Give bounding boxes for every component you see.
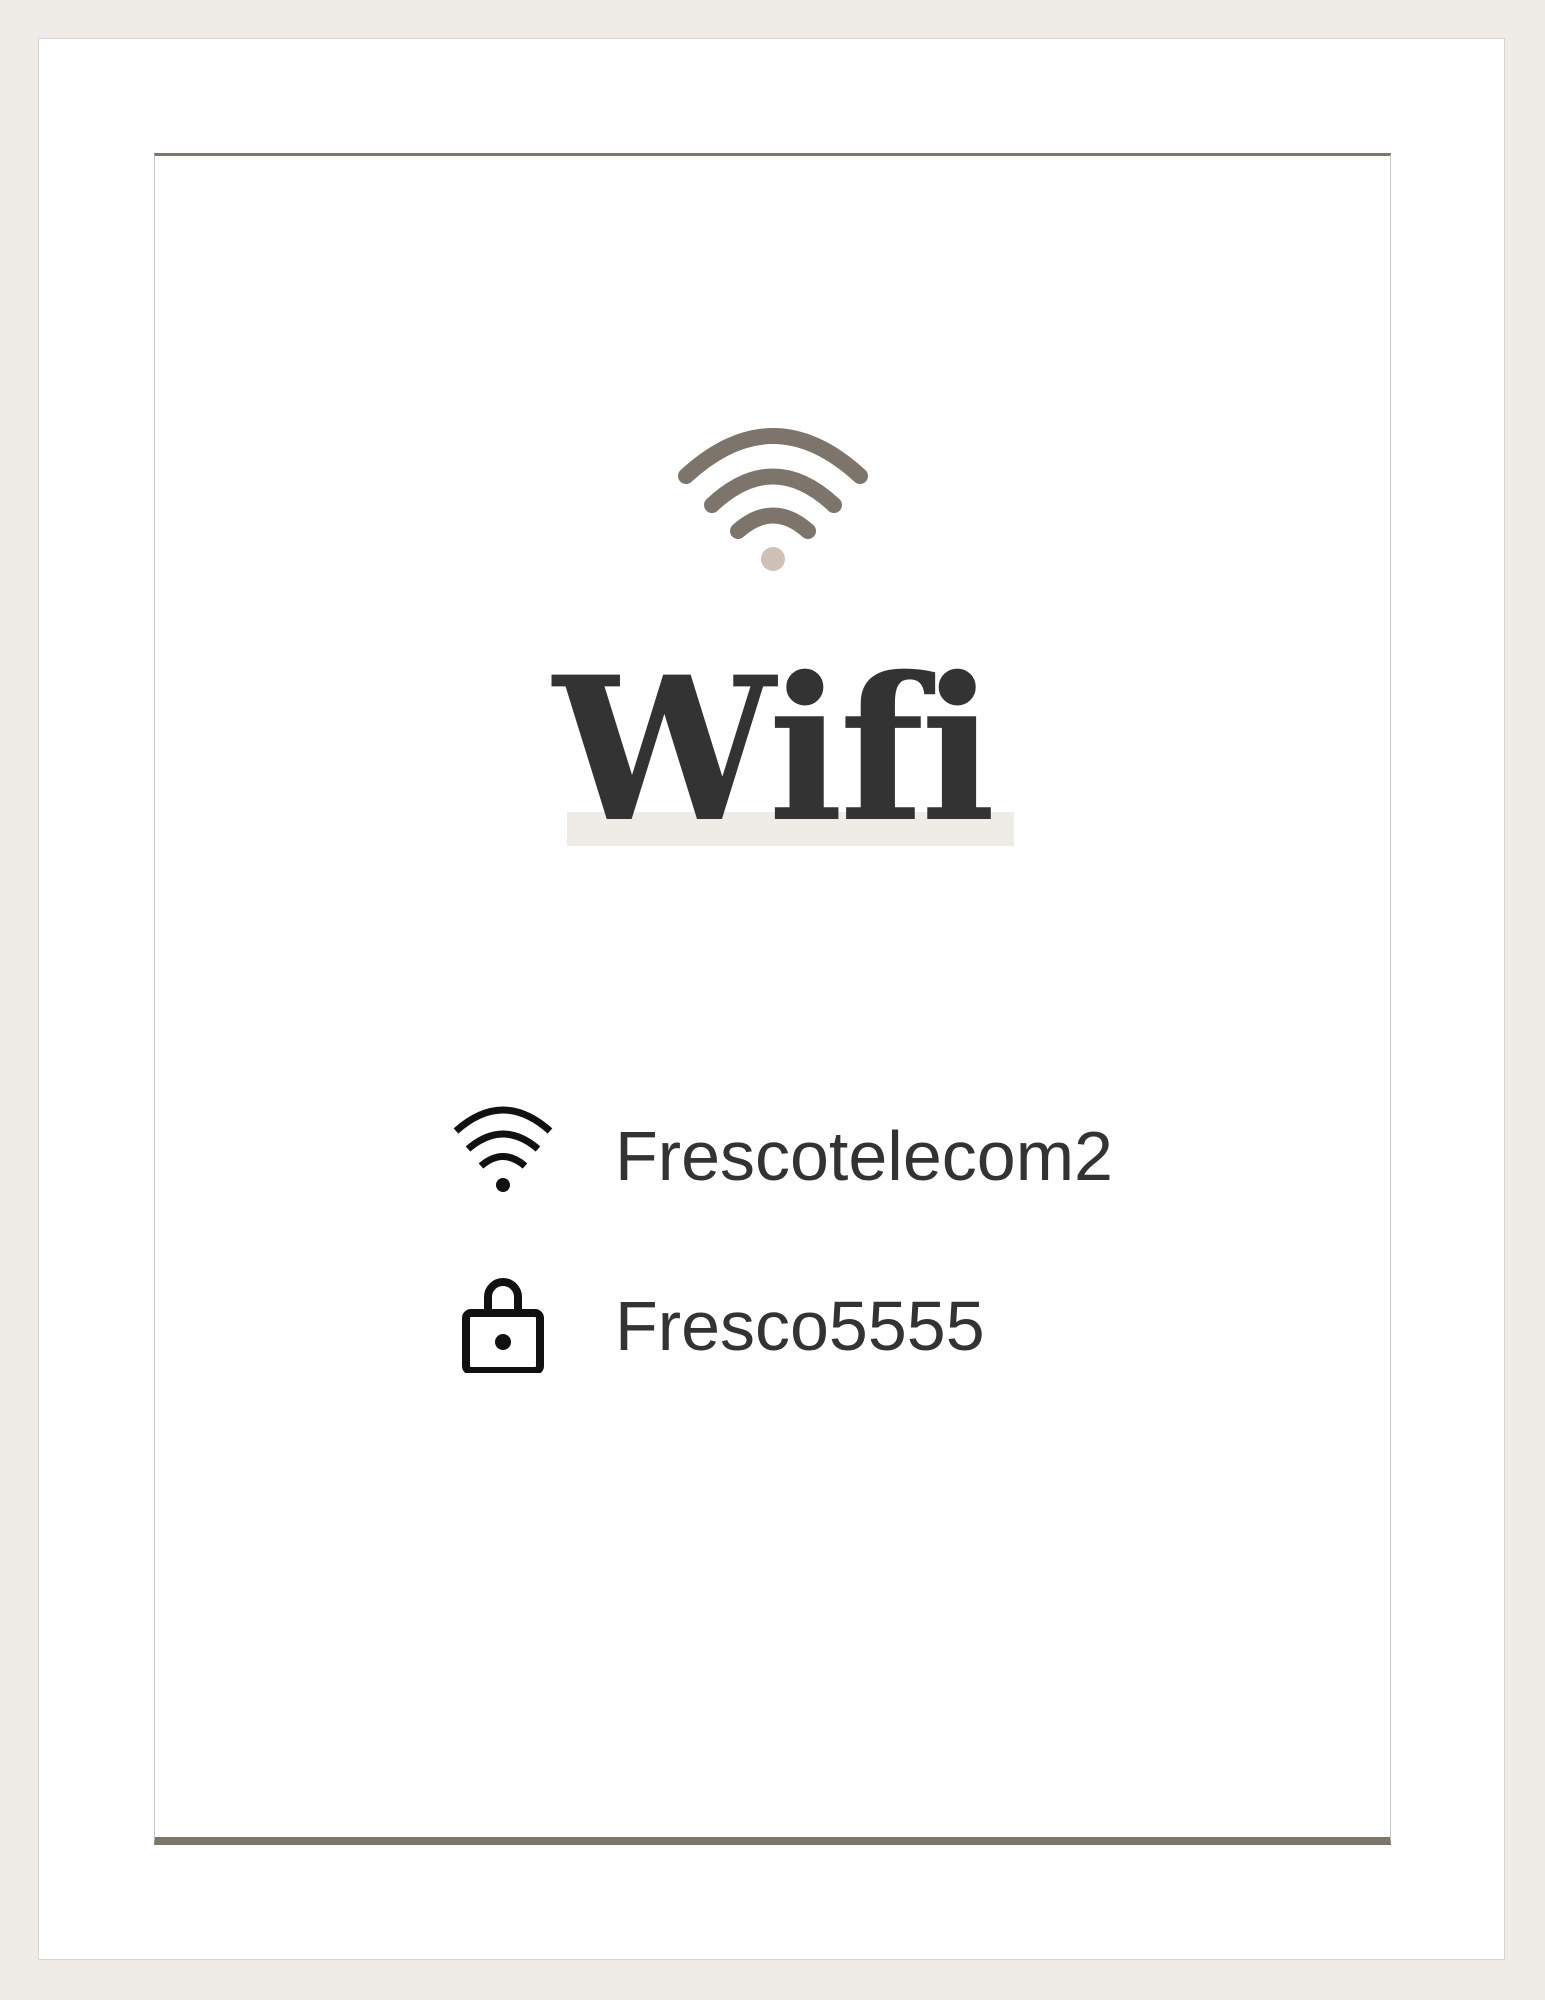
password-value: Fresco5555	[615, 1287, 985, 1365]
wifi-hero-icon	[678, 428, 868, 571]
wifi-icon	[453, 1106, 553, 1192]
lock-icon	[462, 1278, 544, 1373]
title-block: Wifi	[0, 640, 1545, 860]
page-title: Wifi	[553, 633, 996, 866]
password-row: Fresco5555	[450, 1273, 1250, 1373]
network-row: Frescotelecom2	[450, 1103, 1250, 1203]
network-name: Frescotelecom2	[615, 1117, 1113, 1195]
sign-frame	[154, 153, 1391, 1845]
